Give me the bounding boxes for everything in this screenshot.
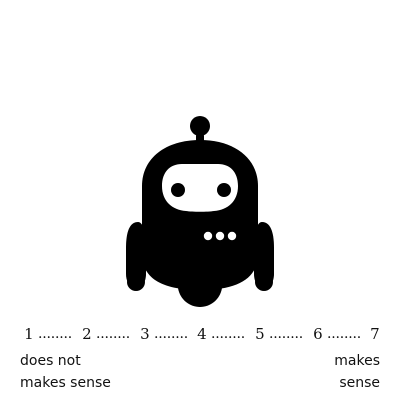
right-scale-label: makes sense <box>310 350 380 394</box>
scale-dots-6: ........ <box>327 326 362 342</box>
right-scale-label-line-1: makes <box>334 353 380 369</box>
scale-number-7: 7 <box>370 325 380 343</box>
left-scale-label-line-1: does not <box>20 353 81 369</box>
left-scale-label: does not makes sense <box>20 350 140 394</box>
scale-number-5: 5 <box>255 325 265 343</box>
rating-scale: 1 ........ 2 ........ 3 ........ 4 .....… <box>18 322 384 346</box>
scale-dots-3: ........ <box>154 326 189 342</box>
scale-number-6: 6 <box>313 325 323 343</box>
scale-dots-5: ........ <box>269 326 304 342</box>
right-scale-label-line-2: sense <box>339 375 380 391</box>
scale-number-4: 4 <box>197 325 207 343</box>
scale-number-2: 2 <box>82 325 92 343</box>
scale-dots-1: ........ <box>38 326 73 342</box>
scale-number-3: 3 <box>140 325 150 343</box>
left-scale-label-line-2: makes sense <box>20 375 111 391</box>
scale-dots-2: ........ <box>96 326 131 342</box>
scale-dots-4: ........ <box>211 326 246 342</box>
scale-number-1: 1 <box>24 325 34 343</box>
robot-icon <box>110 112 290 317</box>
